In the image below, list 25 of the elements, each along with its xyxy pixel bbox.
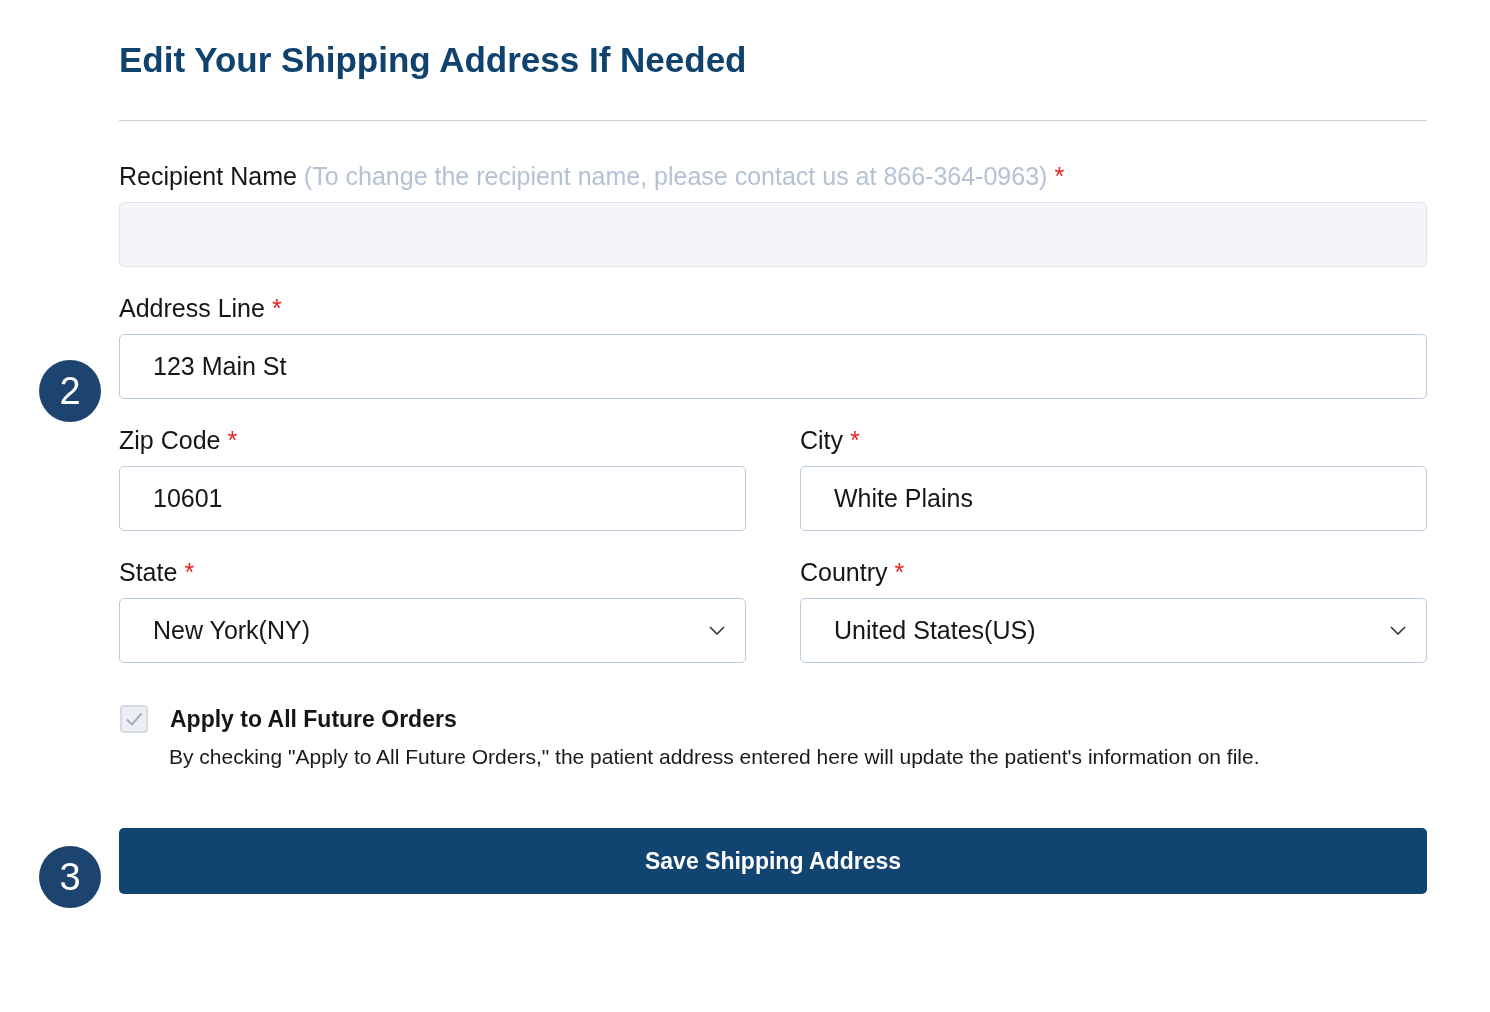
text-input[interactable]: 10601 [119,466,746,531]
page-title: Edit Your Shipping Address If Needed [119,39,747,81]
step-number-badge: 2 [39,360,101,422]
save-button[interactable]: Save Shipping Address [119,828,1427,894]
field-label: Address Line [119,293,265,323]
field-hint: (To change the recipient name, please contact us at 866-364-0963) [303,161,1048,191]
field-label: State [119,557,178,587]
step-number-badge: 3 [39,846,101,908]
field-label: City [800,425,844,455]
checkbox-description: By checking "Apply to All Future Orders," the patient address entered here will update the patient's information on file. [169,744,1260,770]
required-mark: * [894,557,905,587]
chevron-down-icon [1390,626,1406,635]
text-input[interactable]: 123 Main St [119,334,1427,399]
select-dropdown[interactable]: New York(NY) [119,598,746,663]
field-label: Country [800,557,888,587]
required-mark: * [227,425,238,455]
required-mark: * [271,293,282,323]
chevron-down-icon [709,626,725,635]
field-label: Recipient Name [119,161,297,191]
required-mark: * [850,425,860,455]
required-mark: * [1054,161,1065,191]
select-dropdown[interactable]: United States(US) [800,598,1427,663]
text-input[interactable]: White Plains [800,466,1427,531]
field-label: Zip Code [119,425,221,455]
required-mark: * [184,557,195,587]
